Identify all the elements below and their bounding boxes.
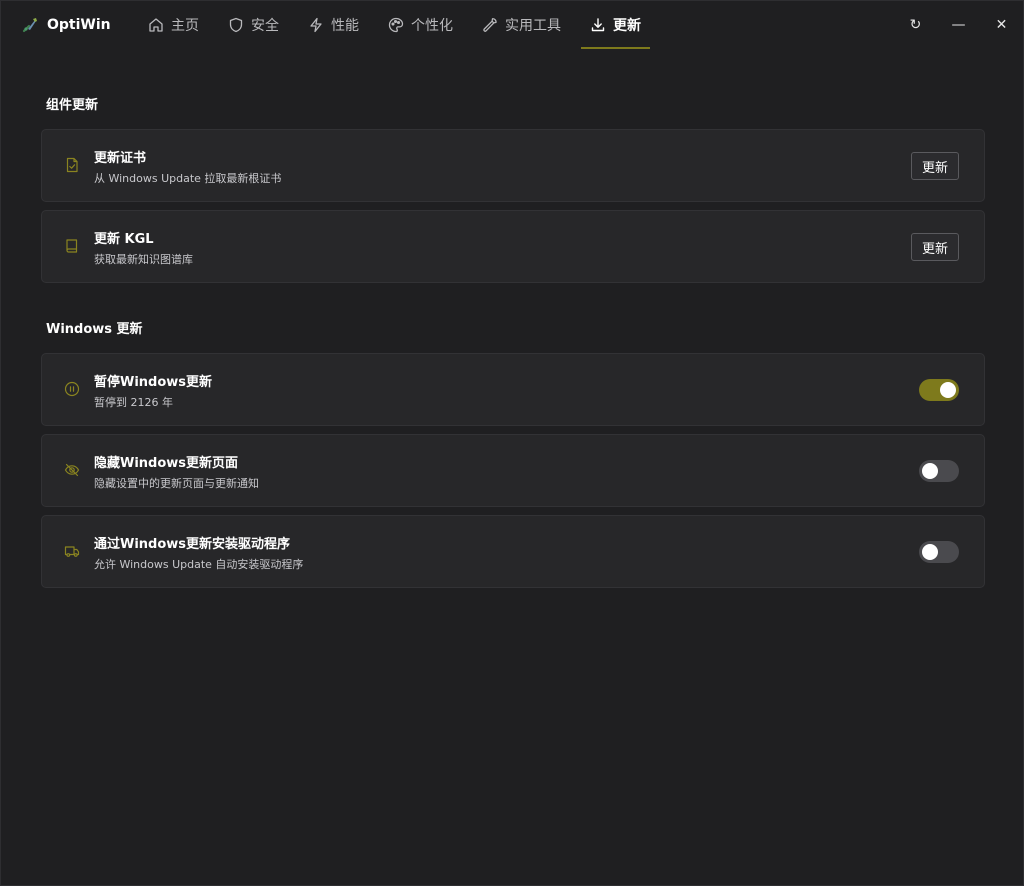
wrench-icon — [482, 17, 498, 33]
card-title: 隐藏Windows更新页面 — [94, 456, 239, 471]
card-pause-updates: 暂停Windows更新 暂停到 2126 年 — [41, 353, 985, 426]
card-description: 获取最新知识图谱库 — [94, 253, 193, 266]
book-icon — [64, 238, 80, 254]
home-icon — [148, 17, 164, 33]
brand: OptiWin — [21, 16, 139, 34]
pause-updates-toggle[interactable] — [919, 379, 959, 401]
card-title: 通过Windows更新安装驱动程序 — [94, 537, 291, 552]
section-title-components: 组件更新 — [46, 98, 99, 113]
title-bar: OptiWin 主页 安全 性能 个性化 实用工具 更新 ↻ — ✕ — [1, 1, 1023, 49]
card-title: 更新 KGL — [94, 232, 154, 247]
toggle-knob — [922, 544, 938, 560]
tab-security[interactable]: 安全 — [219, 1, 288, 49]
card-description: 隐藏设置中的更新页面与更新通知 — [94, 477, 259, 490]
lightning-icon — [308, 17, 324, 33]
tab-home[interactable]: 主页 — [139, 1, 208, 49]
tab-update[interactable]: 更新 — [581, 1, 650, 49]
tab-personalize[interactable]: 个性化 — [379, 1, 462, 49]
card-title: 暂停Windows更新 — [94, 375, 213, 390]
driver-updates-toggle[interactable] — [919, 541, 959, 563]
hide-update-page-toggle[interactable] — [919, 460, 959, 482]
tab-tools-label: 实用工具 — [505, 18, 561, 34]
download-icon — [590, 17, 606, 33]
app-logo-icon — [21, 16, 39, 34]
app-window: OptiWin 主页 安全 性能 个性化 实用工具 更新 ↻ — ✕ 组件更新 … — [0, 0, 1024, 886]
toggle-knob — [940, 382, 956, 398]
card-description: 暂停到 2126 年 — [94, 396, 173, 409]
shield-icon — [228, 17, 244, 33]
tab-personalize-label: 个性化 — [411, 18, 453, 34]
card-title: 更新证书 — [94, 151, 147, 166]
toggle-knob — [922, 463, 938, 479]
card-update-kgl: 更新 KGL 获取最新知识图谱库 更新 — [41, 210, 985, 283]
window-controls: ↻ — ✕ — [894, 1, 1023, 49]
card-description: 从 Windows Update 拉取最新根证书 — [94, 172, 282, 185]
card-update-certificates: 更新证书 从 Windows Update 拉取最新根证书 更新 — [41, 129, 985, 202]
update-kgl-button[interactable]: 更新 — [911, 233, 959, 261]
eye-off-icon — [64, 462, 80, 478]
pause-circle-icon — [64, 381, 80, 397]
section-title-windows: Windows 更新 — [46, 322, 143, 337]
card-hide-update-page: 隐藏Windows更新页面 隐藏设置中的更新页面与更新通知 — [41, 434, 985, 507]
tab-tools[interactable]: 实用工具 — [473, 1, 570, 49]
truck-icon — [64, 543, 80, 559]
tab-performance-label: 性能 — [331, 18, 359, 34]
palette-icon — [388, 17, 404, 33]
refresh-button[interactable]: ↻ — [894, 1, 937, 49]
card-driver-updates: 通过Windows更新安装驱动程序 允许 Windows Update 自动安装… — [41, 515, 985, 588]
main-content: 组件更新 更新证书 从 Windows Update 拉取最新根证书 更新 更新… — [41, 91, 985, 596]
tab-security-label: 安全 — [251, 18, 279, 34]
tab-update-label: 更新 — [613, 18, 641, 34]
card-description: 允许 Windows Update 自动安装驱动程序 — [94, 558, 304, 571]
tab-performance[interactable]: 性能 — [299, 1, 368, 49]
update-certificates-button[interactable]: 更新 — [911, 152, 959, 180]
app-title: OptiWin — [47, 17, 111, 33]
tab-home-label: 主页 — [171, 18, 199, 34]
certificate-file-icon — [64, 157, 80, 173]
minimize-button[interactable]: — — [937, 1, 980, 49]
main-nav: 主页 安全 性能 个性化 实用工具 更新 — [139, 1, 661, 49]
close-button[interactable]: ✕ — [980, 1, 1023, 49]
